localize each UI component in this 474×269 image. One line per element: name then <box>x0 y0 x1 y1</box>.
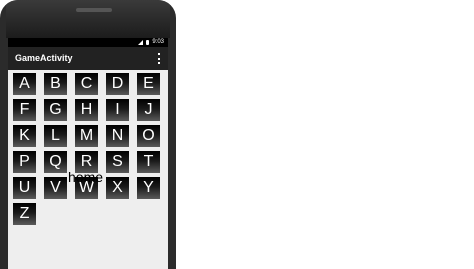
letter-button-i[interactable]: I <box>106 99 129 121</box>
letter-button-z[interactable]: Z <box>13 203 36 225</box>
speaker-grille <box>76 8 112 12</box>
letter-button-k[interactable]: K <box>13 125 36 147</box>
letter-button-p[interactable]: P <box>13 151 36 173</box>
signal-icon <box>138 40 144 45</box>
action-bar: GameActivity <box>8 47 168 70</box>
page: 9:03 GameActivity ABCDEFGHIJKLMNOPQRSTUV… <box>0 0 474 269</box>
letter-button-e[interactable]: E <box>137 73 160 95</box>
letter-button-g[interactable]: G <box>44 99 67 121</box>
letter-button-o[interactable]: O <box>137 125 160 147</box>
letter-button-c[interactable]: C <box>75 73 98 95</box>
overflow-menu-icon[interactable] <box>158 53 161 64</box>
letter-grid: ABCDEFGHIJKLMNOPQRSTUVWXYZ <box>13 73 168 225</box>
letter-button-d[interactable]: D <box>106 73 129 95</box>
letter-button-n[interactable]: N <box>106 125 129 147</box>
letter-button-t[interactable]: T <box>137 151 160 173</box>
letter-button-q[interactable]: Q <box>44 151 67 173</box>
letter-button-b[interactable]: B <box>44 73 67 95</box>
letter-button-h[interactable]: H <box>75 99 98 121</box>
app-title: GameActivity <box>15 53 73 63</box>
overlay-text: home <box>68 169 104 185</box>
status-bar: 9:03 <box>8 38 168 47</box>
phone-screen: 9:03 GameActivity ABCDEFGHIJKLMNOPQRSTUV… <box>8 38 168 269</box>
letter-button-m[interactable]: M <box>75 125 98 147</box>
phone-top-bezel <box>6 0 170 38</box>
letter-button-v[interactable]: V <box>44 177 67 199</box>
letter-button-f[interactable]: F <box>13 99 36 121</box>
letter-button-x[interactable]: X <box>106 177 129 199</box>
letter-button-a[interactable]: A <box>13 73 36 95</box>
letter-button-j[interactable]: J <box>137 99 160 121</box>
letter-button-s[interactable]: S <box>106 151 129 173</box>
phone-frame: 9:03 GameActivity ABCDEFGHIJKLMNOPQRSTUV… <box>0 0 176 269</box>
letter-button-u[interactable]: U <box>13 177 36 199</box>
status-icons: 9:03 <box>138 38 164 47</box>
letter-button-l[interactable]: L <box>44 125 67 147</box>
battery-icon <box>146 40 150 45</box>
letter-button-y[interactable]: Y <box>137 177 160 199</box>
status-clock: 9:03 <box>152 39 164 45</box>
